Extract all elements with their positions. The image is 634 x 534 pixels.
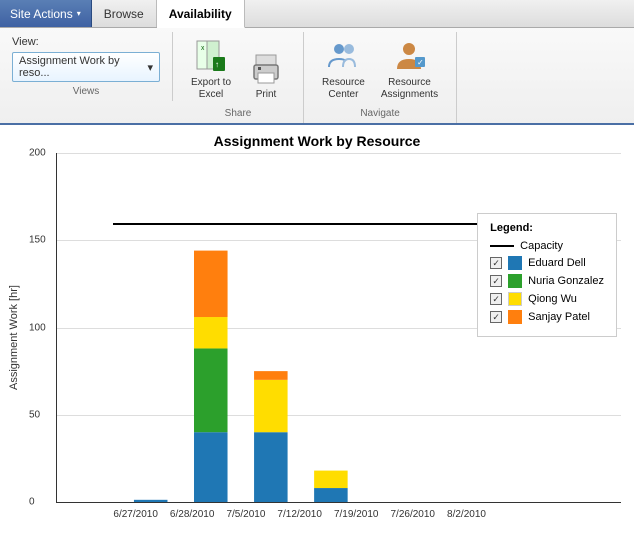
views-label: View: xyxy=(12,36,39,48)
legend-title: Legend: xyxy=(490,222,604,234)
legend-sanjay: ✓ Sanjay Patel xyxy=(490,310,604,324)
y-axis-label: Assignment Work [hr] xyxy=(8,153,26,523)
export-excel-button[interactable]: X ↑ Export toExcel xyxy=(185,36,237,104)
ribbon: View: Assignment Work by reso... ▾ Views… xyxy=(0,28,634,125)
share-group: X ↑ Export toExcel xyxy=(173,32,304,123)
y-tick-50: 50 xyxy=(29,409,40,420)
legend-label-3: Qiong Wu xyxy=(528,293,577,305)
chart-title: Assignment Work by Resource xyxy=(8,133,626,149)
y-tick-150: 150 xyxy=(29,235,46,246)
x-label-5: 7/26/2010 xyxy=(390,509,435,520)
print-label: Print xyxy=(256,89,277,101)
bars-svg xyxy=(113,153,532,502)
print-button[interactable]: Print xyxy=(241,48,291,104)
site-actions-menu[interactable]: Site Actions ▾ xyxy=(0,0,92,27)
resource-assignments-button[interactable]: ✓ ResourceAssignments xyxy=(375,36,444,104)
views-dropdown[interactable]: Assignment Work by reso... ▾ xyxy=(12,52,160,82)
legend-capacity-line xyxy=(490,245,514,247)
legend-checkbox-4: ✓ xyxy=(490,311,502,323)
legend-checkbox-1: ✓ xyxy=(490,257,502,269)
resource-assignments-label: ResourceAssignments xyxy=(381,77,438,101)
x-label-0: 6/27/2010 xyxy=(113,509,158,520)
svg-text:✓: ✓ xyxy=(417,58,424,67)
navigate-group-label: Navigate xyxy=(360,108,399,119)
x-label-4: 7/19/2010 xyxy=(334,509,379,520)
legend-eduard: ✓ Eduard Dell xyxy=(490,256,604,270)
legend-color-2 xyxy=(508,274,522,288)
legend-color-1 xyxy=(508,256,522,270)
nav-bar: Site Actions ▾ Browse Availability xyxy=(0,0,634,28)
x-axis-labels: 6/27/2010 6/28/2010 7/5/2010 7/12/2010 7… xyxy=(113,509,486,520)
chart-inner: 200 150 100 50 0 xyxy=(56,153,621,503)
site-actions-label: Site Actions xyxy=(10,7,73,21)
legend-qiong: ✓ Qiong Wu xyxy=(490,292,604,306)
y-tick-100: 100 xyxy=(29,322,46,333)
chart-area: Assignment Work by Resource Assignment W… xyxy=(0,125,634,527)
legend-label-2: Nuria Gonzalez xyxy=(528,275,604,287)
availability-tab[interactable]: Availability xyxy=(157,0,245,28)
resource-center-label: ResourceCenter xyxy=(322,77,365,101)
site-actions-arrow: ▾ xyxy=(77,9,81,18)
resource-center-icon xyxy=(325,39,361,75)
export-excel-icon: X ↑ xyxy=(193,39,229,75)
views-dropdown-arrow: ▾ xyxy=(147,61,153,74)
browse-tab[interactable]: Browse xyxy=(92,0,157,27)
svg-text:↑: ↑ xyxy=(215,60,219,69)
legend-checkbox-3: ✓ xyxy=(490,293,502,305)
legend-nuria: ✓ Nuria Gonzalez xyxy=(490,274,604,288)
x-label-6: 8/2/2010 xyxy=(447,509,486,520)
y-tick-0: 0 xyxy=(29,497,35,508)
legend-color-4 xyxy=(508,310,522,324)
share-group-label: Share xyxy=(225,108,252,119)
y-tick-200: 200 xyxy=(29,148,46,159)
chart-container: Assignment Work [hr] 200 150 100 50 0 xyxy=(8,153,626,523)
views-group: View: Assignment Work by reso... ▾ Views xyxy=(8,32,173,101)
legend-checkbox-2: ✓ xyxy=(490,275,502,287)
x-label-1: 6/28/2010 xyxy=(170,509,215,520)
legend-label-1: Eduard Dell xyxy=(528,257,585,269)
x-label-2: 7/5/2010 xyxy=(226,509,265,520)
resource-assignments-icon: ✓ xyxy=(391,39,427,75)
views-group-label: Views xyxy=(12,86,160,97)
legend-capacity-label: Capacity xyxy=(520,240,563,252)
legend-capacity: Capacity xyxy=(490,240,604,252)
export-excel-label: Export toExcel xyxy=(191,77,231,101)
navigate-group: ResourceCenter ✓ ResourceAssignments Nav… xyxy=(304,32,457,123)
chart-legend: Legend: Capacity ✓ Eduard Dell ✓ Nuria G… xyxy=(477,213,617,337)
resource-center-button[interactable]: ResourceCenter xyxy=(316,36,371,104)
print-icon xyxy=(248,51,284,87)
legend-label-4: Sanjay Patel xyxy=(528,311,590,323)
legend-color-3 xyxy=(508,292,522,306)
x-label-3: 7/12/2010 xyxy=(277,509,322,520)
